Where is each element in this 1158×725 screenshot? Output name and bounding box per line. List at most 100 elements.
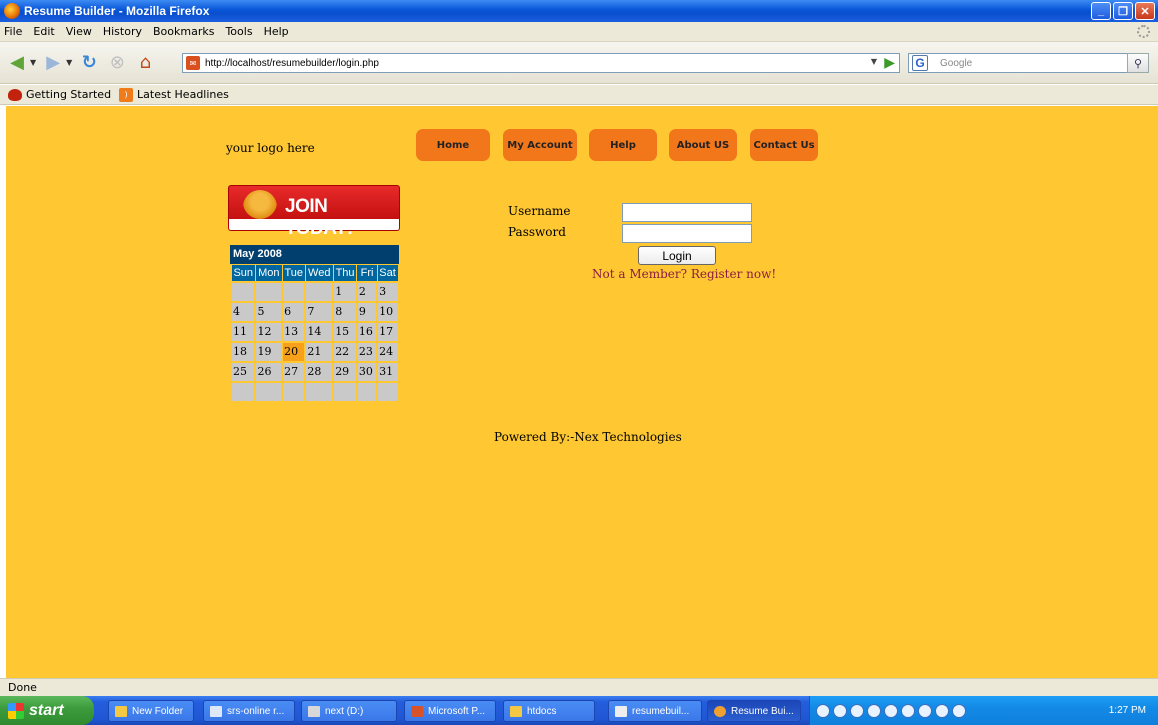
reload-icon[interactable]: ↻ [78, 52, 100, 74]
google-engine-icon[interactable]: G [912, 55, 928, 71]
calendar-day[interactable]: 8 [332, 300, 358, 323]
calendar-day[interactable]: 16 [355, 320, 379, 343]
tray-volume-icon[interactable] [918, 703, 932, 718]
calendar-day[interactable]: 9 [355, 300, 379, 323]
calendar-empty-cell [281, 280, 307, 303]
login-button[interactable]: Login [638, 246, 716, 265]
calendar-day[interactable]: 20 [281, 340, 307, 363]
password-input[interactable] [622, 224, 752, 243]
calendar-day[interactable]: 25 [229, 360, 257, 383]
calendar-day[interactable]: 22 [332, 340, 358, 363]
task-next-drive[interactable]: next (D:) [301, 700, 397, 722]
menu-file[interactable]: File [4, 25, 22, 38]
tray-media-icon[interactable] [833, 703, 847, 718]
calendar-day[interactable]: 17 [376, 320, 399, 343]
calendar-day[interactable]: 30 [355, 360, 379, 383]
minimize-button[interactable]: _ [1091, 2, 1111, 20]
calendar-empty-cell [376, 380, 399, 403]
menu-history[interactable]: History [103, 25, 142, 38]
nav-help-button[interactable]: Help [589, 129, 657, 161]
url-dropdown-icon[interactable]: ▼ [871, 57, 877, 66]
username-input[interactable] [622, 203, 752, 222]
close-button[interactable]: ✕ [1135, 2, 1155, 20]
calendar-day[interactable]: 23 [355, 340, 379, 363]
calendar-day[interactable]: 5 [254, 300, 284, 323]
firefox-icon [4, 3, 20, 19]
go-arrow-icon[interactable]: ▶ [884, 55, 895, 71]
calendar-day[interactable]: 7 [304, 300, 335, 323]
system-tray: 1:27 PM [809, 696, 1158, 725]
calendar-day[interactable]: 12 [254, 320, 284, 343]
page-viewport: your logo here Home My Account Help Abou… [6, 106, 1158, 678]
menu-tools[interactable]: Tools [225, 25, 252, 38]
bookmark-latest-headlines[interactable]: Latest Headlines [137, 88, 229, 101]
tray-play-icon[interactable] [850, 703, 864, 718]
join-today-text: JOIN TODAY! [285, 196, 353, 239]
menu-bookmarks[interactable]: Bookmarks [153, 25, 214, 38]
calendar-day[interactable]: 29 [332, 360, 358, 383]
calendar-day[interactable]: 26 [254, 360, 284, 383]
nav-my-account-button[interactable]: My Account [503, 129, 577, 161]
url-bar[interactable]: ✉ http://localhost/resumebuilder/login.p… [182, 53, 900, 73]
calendar-day[interactable]: 1 [332, 280, 358, 303]
maximize-button[interactable]: ❐ [1113, 2, 1133, 20]
nav-about-us-button[interactable]: About US [669, 129, 737, 161]
tray-stop-icon[interactable] [867, 703, 881, 718]
calendar-day[interactable]: 28 [304, 360, 335, 383]
search-magnifier-icon[interactable]: ⚲ [1127, 53, 1149, 73]
start-label: start [29, 701, 64, 719]
tray-prev-icon[interactable] [884, 703, 898, 718]
calendar-day[interactable]: 18 [229, 340, 257, 363]
task-new-folder[interactable]: New Folder [108, 700, 194, 722]
search-placeholder[interactable]: Google [940, 58, 972, 69]
back-dropdown-icon[interactable]: ▼ [30, 58, 36, 67]
forward-dropdown-icon[interactable]: ▼ [66, 58, 72, 67]
menu-bar: File Edit View History Bookmarks Tools H… [0, 22, 1158, 42]
task-htdocs[interactable]: htdocs [503, 700, 595, 722]
calendar-day[interactable]: 2 [355, 280, 379, 303]
tray-security-icon[interactable] [952, 703, 966, 718]
rss-feed-icon: ) [119, 87, 134, 102]
join-today-banner[interactable]: JOIN TODAY! [228, 185, 400, 239]
calendar-day[interactable]: 21 [304, 340, 335, 363]
register-link[interactable]: Not a Member? Register now! [592, 267, 776, 281]
bookmark-getting-started[interactable]: Getting Started [26, 88, 111, 101]
notepad-icon [615, 705, 627, 717]
calendar-day[interactable]: 15 [332, 320, 358, 343]
start-button[interactable]: start [0, 696, 94, 725]
search-bar[interactable]: G Google ⚲ [908, 53, 1149, 73]
username-label: Username [508, 204, 571, 218]
tray-network-icon[interactable] [935, 703, 949, 718]
nav-home-button[interactable]: Home [416, 129, 490, 161]
calendar-empty-cell [332, 380, 358, 403]
calendar-day[interactable]: 24 [376, 340, 399, 363]
calendar-day[interactable]: 13 [281, 320, 307, 343]
task-microsoft-p[interactable]: Microsoft P... [404, 700, 496, 722]
calendar-day[interactable]: 3 [376, 280, 399, 303]
url-text[interactable]: http://localhost/resumebuilder/login.php [205, 58, 379, 69]
calendar-day[interactable]: 11 [229, 320, 257, 343]
calendar-day[interactable]: 10 [376, 300, 399, 323]
calendar-day[interactable]: 31 [376, 360, 399, 383]
menu-help[interactable]: Help [264, 25, 289, 38]
back-arrow-icon[interactable]: ◀ [6, 52, 28, 74]
task-srs-online[interactable]: srs-online r... [203, 700, 295, 722]
calendar-day[interactable]: 27 [281, 360, 307, 383]
tray-next-icon[interactable] [901, 703, 915, 718]
stop-icon[interactable]: ⊗ [106, 52, 128, 74]
forward-arrow-icon[interactable]: ▶ [42, 52, 64, 74]
calendar-day[interactable]: 19 [254, 340, 284, 363]
home-icon[interactable]: ⌂ [134, 52, 156, 74]
calendar-empty-cell [304, 380, 335, 403]
calendar-day[interactable]: 4 [229, 300, 257, 323]
task-resumebuil[interactable]: resumebuil... [608, 700, 702, 722]
calendar-day[interactable]: 14 [304, 320, 335, 343]
tray-help-icon[interactable] [816, 703, 830, 718]
menu-edit[interactable]: Edit [33, 25, 54, 38]
calendar-weekday: Sat [376, 264, 399, 282]
task-resume-builder-firefox[interactable]: Resume Bui... [707, 700, 801, 722]
nav-contact-us-button[interactable]: Contact Us [750, 129, 818, 161]
menu-view[interactable]: View [66, 25, 92, 38]
calendar-day[interactable]: 6 [281, 300, 307, 323]
calendar-empty-cell [281, 380, 307, 403]
